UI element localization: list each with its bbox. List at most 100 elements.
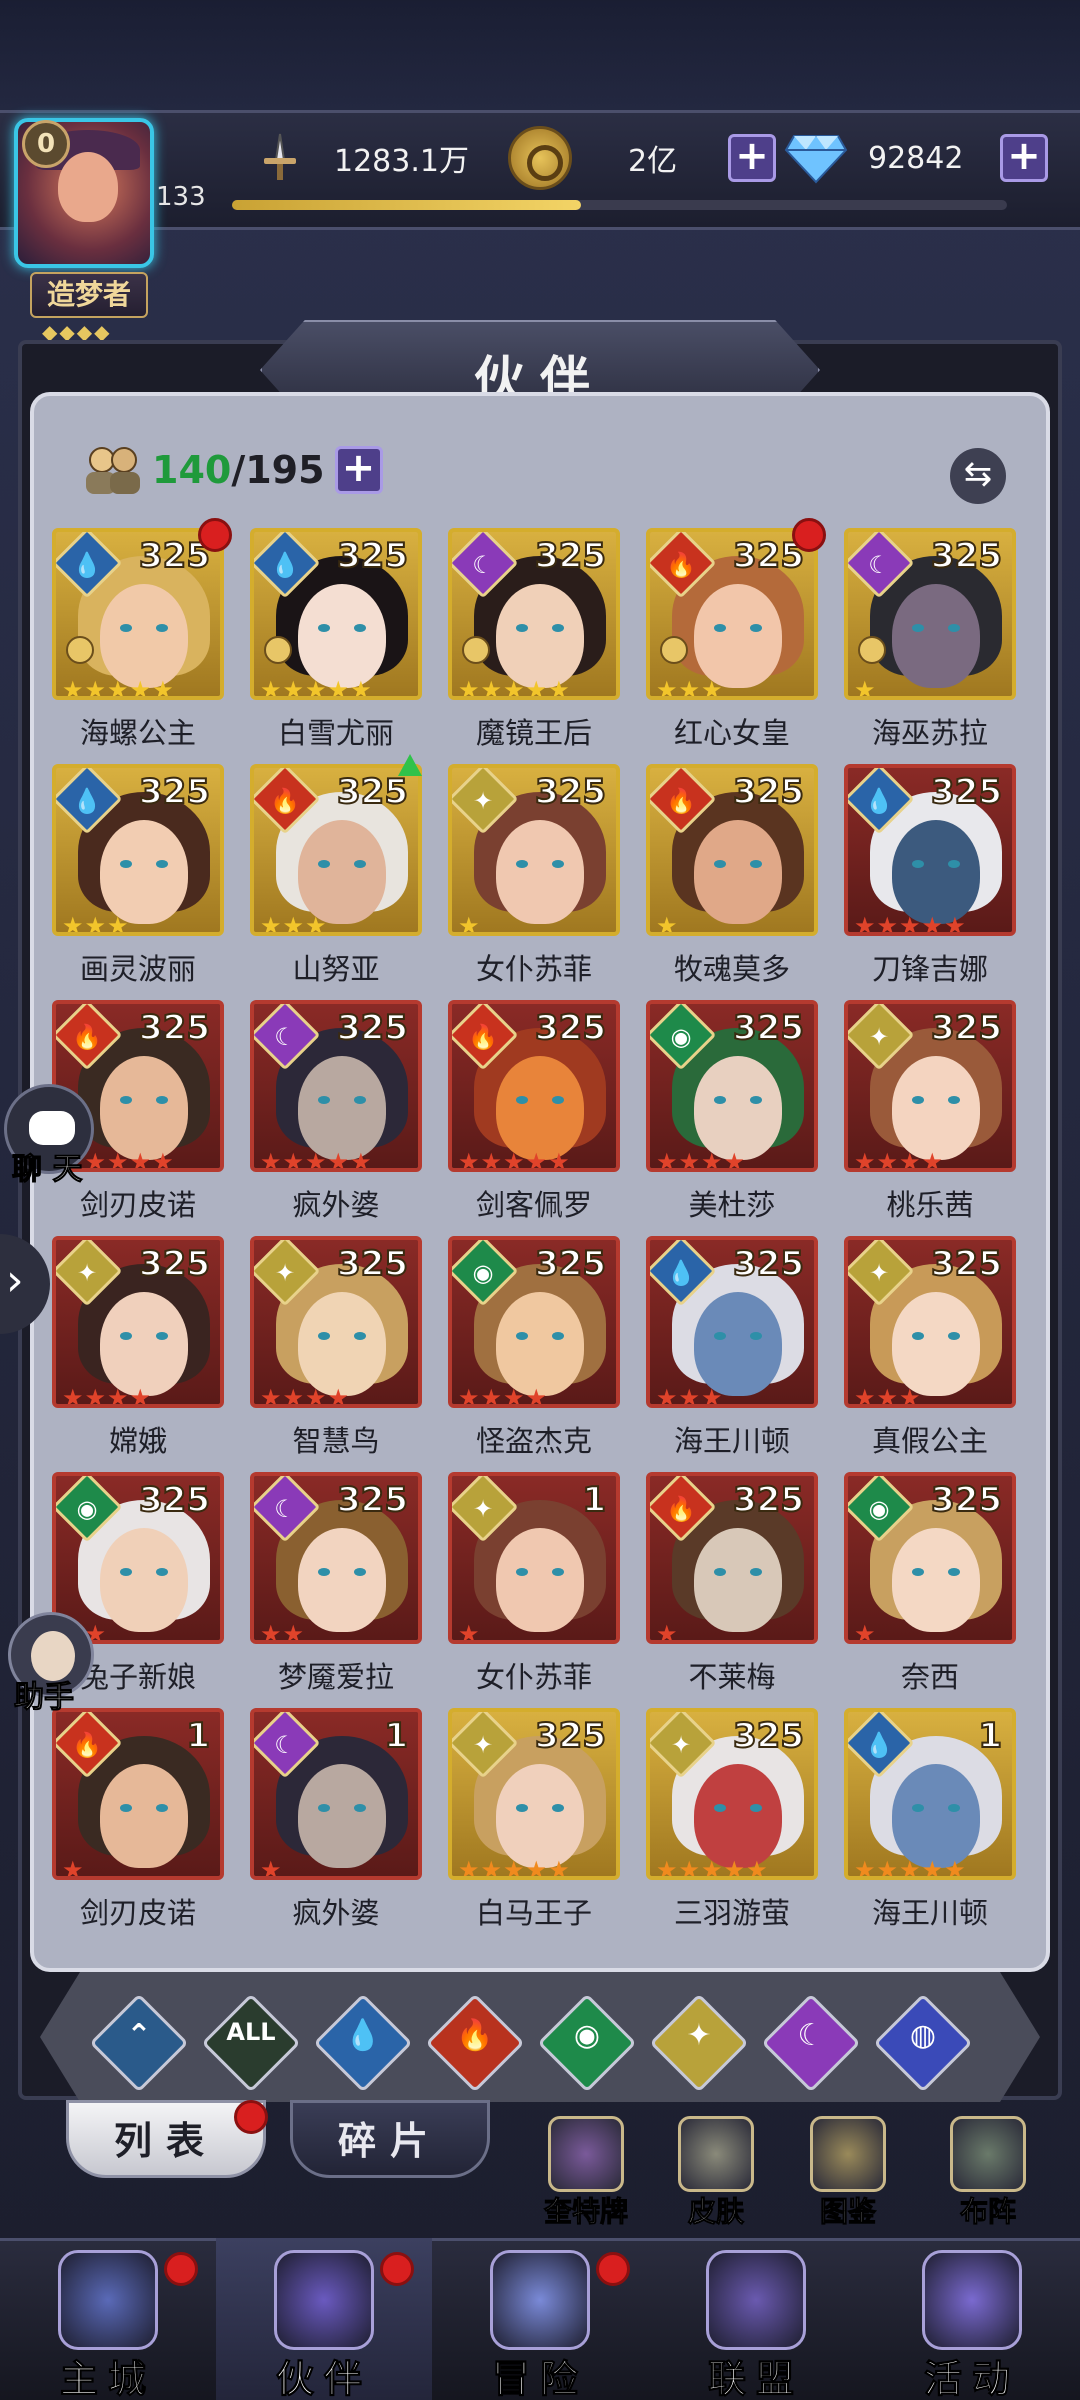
partner-card[interactable]: ✦ 325 ★★★ 真假公主 [844,1236,1016,1472]
partner-card[interactable]: 💧 325 ★★★★★ 白雪尤丽 [250,528,422,764]
partner-stars: ★★★★ [260,1384,351,1408]
element-glyph: ◉ [472,1259,494,1287]
partner-level: 325 [336,1243,409,1285]
portrait-eye [156,1332,168,1340]
partner-portrait[interactable]: ◉ 325 ★★★★ [448,1236,620,1408]
skins-button[interactable]: 皮肤 [656,2116,776,2232]
element-glyph: ✦ [472,787,494,815]
partner-portrait[interactable]: ✦ 325 ★ [448,764,620,936]
partner-level: 325 [534,535,607,577]
partner-portrait[interactable]: ◉ 325 ★ [844,1472,1016,1644]
partner-portrait[interactable]: 🔥 325 ★ [646,764,818,936]
partner-card[interactable]: ✦ 325 ★★★★ 嫦娥 [52,1236,224,1472]
partner-portrait[interactable]: ✦ 325 ★★★ [844,1236,1016,1408]
partner-portrait[interactable]: 💧 1 ★★★★★ [844,1708,1016,1880]
partner-card[interactable]: 💧 325 ★★★ 海王川顿 [646,1236,818,1472]
add-gems-button[interactable]: + [1000,134,1048,182]
expand-slots-button[interactable]: + [334,446,383,494]
partner-portrait[interactable]: 💧 325 ★★★★★ [844,764,1016,936]
partner-portrait[interactable]: ✦ 325 ★★★★ [250,1236,422,1408]
formation-button[interactable]: 布阵 [928,2116,1048,2232]
sort-toggle-button[interactable]: ⇆ [950,448,1006,504]
portrait-face [298,1056,386,1160]
partner-count-text: 140/195 [152,448,325,492]
partner-portrait[interactable]: ☾ 325 ★ [844,528,1016,700]
partner-card[interactable]: 💧 325 ★★★ 画灵波丽 [52,764,224,1000]
partner-card[interactable]: 🔥 1 ★ 剑刃皮诺 [52,1708,224,1944]
partner-card[interactable]: 💧 325 ★★★★★ 刀锋吉娜 [844,764,1016,1000]
portrait-eye [318,860,330,868]
portrait-eye [912,860,924,868]
element-glyph: 💧 [72,787,102,815]
partner-card[interactable]: ◉ 325 ★★★★ 怪盗杰克 [448,1236,620,1472]
partner-card[interactable]: ✦ 325 ★ 女仆苏菲 [448,764,620,1000]
portrait-eye [516,624,528,632]
partner-card[interactable]: ☾ 325 ★★★★★ 疯外婆 [250,1000,422,1236]
collection-button[interactable]: 图鉴 [788,2116,908,2232]
partner-card[interactable]: 💧 1 ★★★★★ 海王川顿 [844,1708,1016,1944]
partner-card[interactable]: ☾ 1 ★ 疯外婆 [250,1708,422,1944]
partner-portrait[interactable]: ◉ 325 ★★★★ [646,1000,818,1172]
partner-portrait[interactable]: 🔥 1 ★ [52,1708,224,1880]
partner-portrait[interactable]: ☾ 325 ★★★★★ [448,528,620,700]
partner-portrait[interactable]: ✦ 325 ★★★★ [52,1236,224,1408]
partner-portrait[interactable]: 🔥 325 ★★★ [250,764,422,936]
portrait-eye [552,1096,564,1104]
partner-portrait[interactable]: 💧 325 ★★★★★ [250,528,422,700]
partner-card[interactable]: 🔥 325 ★ 牧魂莫多 [646,764,818,1000]
partners-icon [274,2250,374,2350]
partner-portrait[interactable]: ☾ 325 ★★ [250,1472,422,1644]
portrait-eye [714,1096,726,1104]
partner-portrait[interactable]: ✦ 325 ★★★★★ [448,1708,620,1880]
partner-card[interactable]: ◉ 325 ★ 奈西 [844,1472,1016,1708]
partner-portrait[interactable]: ✦ 325 ★★★★ [844,1000,1016,1172]
nav-label: 联盟 [707,2357,804,2400]
partner-portrait[interactable]: 💧 325 ★★★★★ [52,528,224,700]
partner-portrait[interactable]: 🔥 325 ★ [646,1472,818,1644]
partner-portrait[interactable]: ◉325★★ [52,1472,224,1644]
partner-card[interactable]: 🔥 325 ★★★★★ 剑客佩罗 [448,1000,620,1236]
partner-portrait[interactable]: ✦ 325 ★★★★★ [646,1708,818,1880]
partner-level: 325 [534,1007,607,1049]
partner-portrait[interactable]: ☾ 1 ★ [250,1708,422,1880]
nav-alliance[interactable]: 联盟 [648,2238,864,2400]
partner-card[interactable]: ✦ 325 ★★★★ 桃乐茜 [844,1000,1016,1236]
partner-card[interactable]: ◉ 325 ★★★★ 美杜莎 [646,1000,818,1236]
partner-level: 325 [732,1007,805,1049]
partner-name: 剑刃皮诺 [79,1896,196,1930]
partner-card[interactable]: ☾ 325 ★ 海巫苏拉 [844,528,1016,764]
partner-portrait[interactable]: 💧 325 ★★★ [646,1236,818,1408]
partner-card[interactable]: ✦ 325 ★★★★ 智慧鸟 [250,1236,422,1472]
partner-portrait[interactable]: 🔥 325 ★★★★★ [448,1000,620,1172]
partner-card[interactable]: 🔥 325 ★★★ 山努亚 [250,754,422,1000]
portrait-eye [912,1568,924,1576]
partner-name: 画灵波丽 [79,952,196,986]
nav-events[interactable]: 活动 [864,2238,1080,2400]
partner-card[interactable]: 🔥 325 ★ 不莱梅 [646,1472,818,1708]
notification-dot [198,518,232,552]
partner-portrait[interactable]: ✦ 1 ★ [448,1472,620,1644]
partner-level: 325 [732,1715,805,1757]
partner-portrait[interactable]: 💧 325 ★★★ [52,764,224,936]
partner-name: 美杜莎 [688,1188,776,1222]
partner-card[interactable]: ☾ 325 ★★ 梦魇爱拉 [250,1472,422,1708]
portrait-face [496,1764,584,1868]
chat-label: 聊 天 [11,1152,83,1188]
partner-card[interactable]: ✦ 325 ★★★★★ 三羽游萤 [646,1708,818,1944]
partner-portrait[interactable]: 🔥 325 ★★★ [646,528,818,700]
partner-level: 1 [977,1715,1003,1757]
add-gold-button[interactable]: + [728,134,776,182]
partner-name: 魔镜王后 [475,716,592,750]
partner-card[interactable]: 🔥 325 ★★★ 红心女皇 [646,518,826,764]
element-glyph: 🔥 [666,1495,696,1523]
quest-cards-button[interactable]: 奎特牌 [526,2116,646,2232]
tab-fragments[interactable]: 碎片 [290,2100,490,2178]
partner-portrait[interactable]: ☾ 325 ★★★★★ [250,1000,422,1172]
partner-card[interactable]: ☾ 325 ★★★★★ 魔镜王后 [448,528,620,764]
partner-card[interactable]: ✦ 1 ★ 女仆苏菲 [448,1472,620,1708]
partner-card[interactable]: 💧 325 ★★★★★ 海螺公主 [52,518,232,764]
player-title-badge[interactable]: 造梦者 [30,272,148,318]
partner-card[interactable]: ✦ 325 ★★★★★ 白马王子 [448,1708,620,1944]
partner-name: 牧魂莫多 [673,952,790,986]
portrait-face [892,820,980,924]
